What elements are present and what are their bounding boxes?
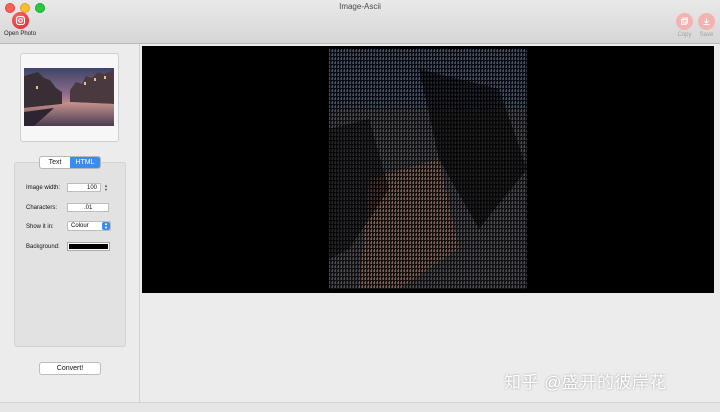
image-width-label: Image width:: [26, 185, 61, 191]
background-color-fill: [69, 244, 108, 249]
ascii-preview-area[interactable]: [142, 46, 714, 293]
output-mode-segmented-control[interactable]: Text HTML: [39, 156, 101, 169]
characters-input[interactable]: .01: [67, 203, 109, 212]
show-in-select[interactable]: Colour ▲ ▼: [67, 221, 111, 231]
settings-panel: Text HTML Image width: 100 ▲ ▼ Character…: [0, 44, 140, 412]
ascii-art-image: [329, 49, 527, 289]
html-options-box: Image width: 100 ▲ ▼ Characters: .01 Sho…: [14, 162, 126, 347]
show-in-value: Colour: [71, 223, 89, 229]
window-title: Image-Ascii: [339, 2, 381, 11]
copy-label: Copy: [677, 32, 692, 38]
characters-label: Characters:: [26, 205, 58, 211]
watermark-text: 知乎 @盛开的彼岸花: [504, 373, 667, 392]
app-window: Image-Ascii Open Photo Copy Save Text HT…: [0, 0, 720, 412]
open-photo-button[interactable]: Open Photo: [4, 12, 36, 37]
background-label: Background:: [26, 244, 60, 250]
tab-html[interactable]: HTML: [70, 157, 100, 168]
image-width-input[interactable]: 100: [67, 183, 101, 192]
show-in-label: Show it in:: [26, 224, 54, 230]
copy-button[interactable]: Copy: [676, 13, 693, 38]
save-icon: [698, 13, 715, 30]
convert-button[interactable]: Convert!: [39, 362, 101, 375]
save-label: Save: [699, 32, 714, 38]
source-image-well[interactable]: [20, 53, 119, 142]
copy-icon: [676, 13, 693, 30]
select-arrows-icon: ▲ ▼: [102, 222, 110, 230]
stepper-down-icon: ▼: [104, 186, 108, 192]
source-image-thumbnail: [24, 68, 114, 126]
save-button[interactable]: Save: [698, 13, 715, 38]
camera-icon: [11, 12, 29, 29]
image-width-stepper[interactable]: ▲ ▼: [103, 183, 109, 192]
title-bar: Image-Ascii Open Photo Copy Save: [0, 0, 720, 44]
open-photo-label: Open Photo: [4, 31, 37, 37]
background-color-well[interactable]: [67, 242, 110, 251]
bottom-edge: [0, 402, 720, 412]
tab-text[interactable]: Text: [40, 157, 70, 168]
